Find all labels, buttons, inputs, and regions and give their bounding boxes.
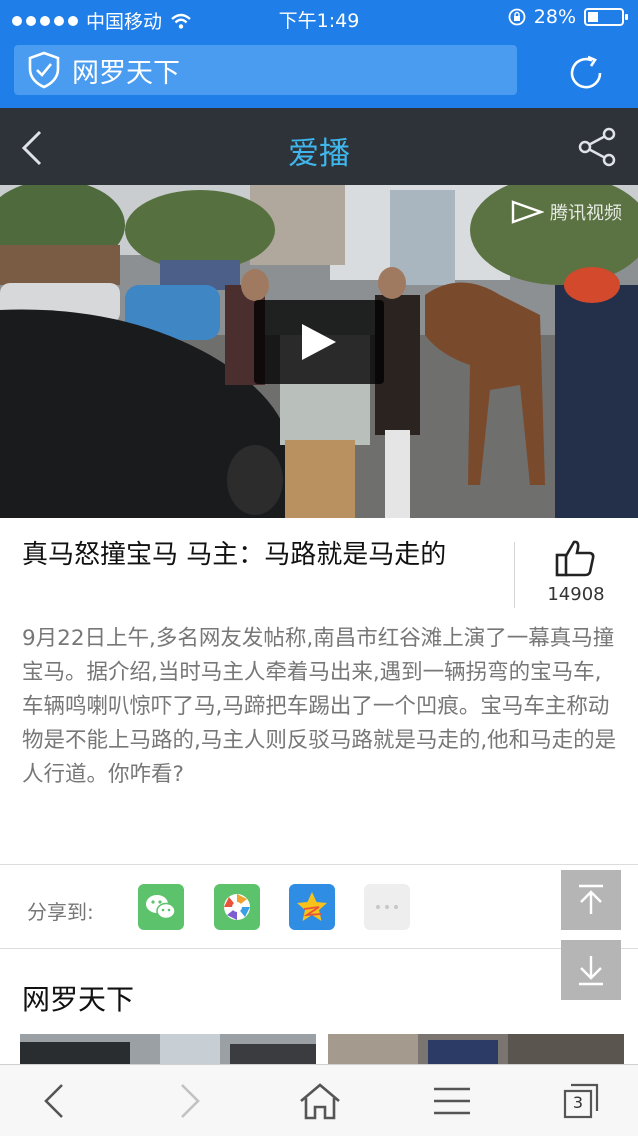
address-text: 网罗天下 <box>72 57 180 89</box>
shield-icon <box>28 51 60 89</box>
moments-icon <box>224 894 250 920</box>
bottom-toolbar: 3 <box>0 1064 638 1136</box>
scroll-to-top-button[interactable] <box>561 870 621 930</box>
page-title: 爱播 <box>288 136 350 172</box>
back-arrow-icon[interactable] <box>36 1081 76 1121</box>
home-icon[interactable] <box>298 1081 342 1121</box>
section-title: 网罗天下 <box>22 983 135 1016</box>
address-bar[interactable]: 网罗天下 <box>14 45 517 95</box>
battery-percent: 28% <box>533 6 576 28</box>
tencent-video-logo-icon <box>511 200 544 224</box>
arrow-up-icon <box>579 884 603 914</box>
forward-arrow-icon[interactable] <box>168 1081 208 1121</box>
page-header: 爱播 <box>0 108 638 185</box>
divider <box>0 864 638 865</box>
video-thumbnail[interactable] <box>20 1034 316 1064</box>
share-icon[interactable] <box>576 126 618 168</box>
wechat-icon <box>146 895 176 920</box>
moments-share-button[interactable] <box>214 884 260 930</box>
more-share-button[interactable] <box>364 884 410 930</box>
like-button[interactable]: 14908 <box>530 538 622 605</box>
tabs-button[interactable]: 3 <box>561 1081 601 1121</box>
play-icon <box>302 324 336 360</box>
menu-icon[interactable] <box>432 1081 472 1121</box>
orientation-lock-icon <box>508 8 526 26</box>
play-button[interactable] <box>254 300 384 384</box>
wechat-share-button[interactable] <box>138 884 184 930</box>
video-watermark: 腾讯视频 <box>510 199 622 225</box>
thumbnail-image <box>328 1034 624 1064</box>
refresh-icon[interactable] <box>564 51 608 95</box>
tab-count: 3 <box>572 1093 584 1112</box>
qzone-star-icon <box>297 892 327 921</box>
scroll-to-bottom-button[interactable] <box>561 940 621 1000</box>
arrow-down-icon <box>579 956 603 986</box>
like-count: 14908 <box>547 584 605 605</box>
video-player[interactable]: 腾讯视频 <box>0 185 638 518</box>
divider <box>0 948 638 949</box>
article-body: 9月22日上午,多名网友发帖称,南昌市红谷滩上演了一幕真马撞宝马。据介绍,当时马… <box>22 626 617 787</box>
watermark-text: 腾讯视频 <box>550 203 622 224</box>
status-right: 28% <box>508 6 628 28</box>
battery-icon <box>584 8 628 26</box>
qzone-share-button[interactable] <box>289 884 335 930</box>
thumbs-up-icon <box>555 540 595 577</box>
thumbnail-image <box>20 1034 316 1064</box>
article-title: 真马怒撞宝马 马主：马路就是马走的 <box>22 540 447 570</box>
title-divider <box>514 542 515 608</box>
video-thumbnail[interactable] <box>328 1034 624 1064</box>
browser-chrome: 中国移动 下午1:49 28% 网罗天下 <box>0 0 638 108</box>
share-label: 分享到: <box>27 900 94 924</box>
more-icon <box>376 905 398 909</box>
status-bar: 中国移动 下午1:49 28% <box>0 0 638 36</box>
